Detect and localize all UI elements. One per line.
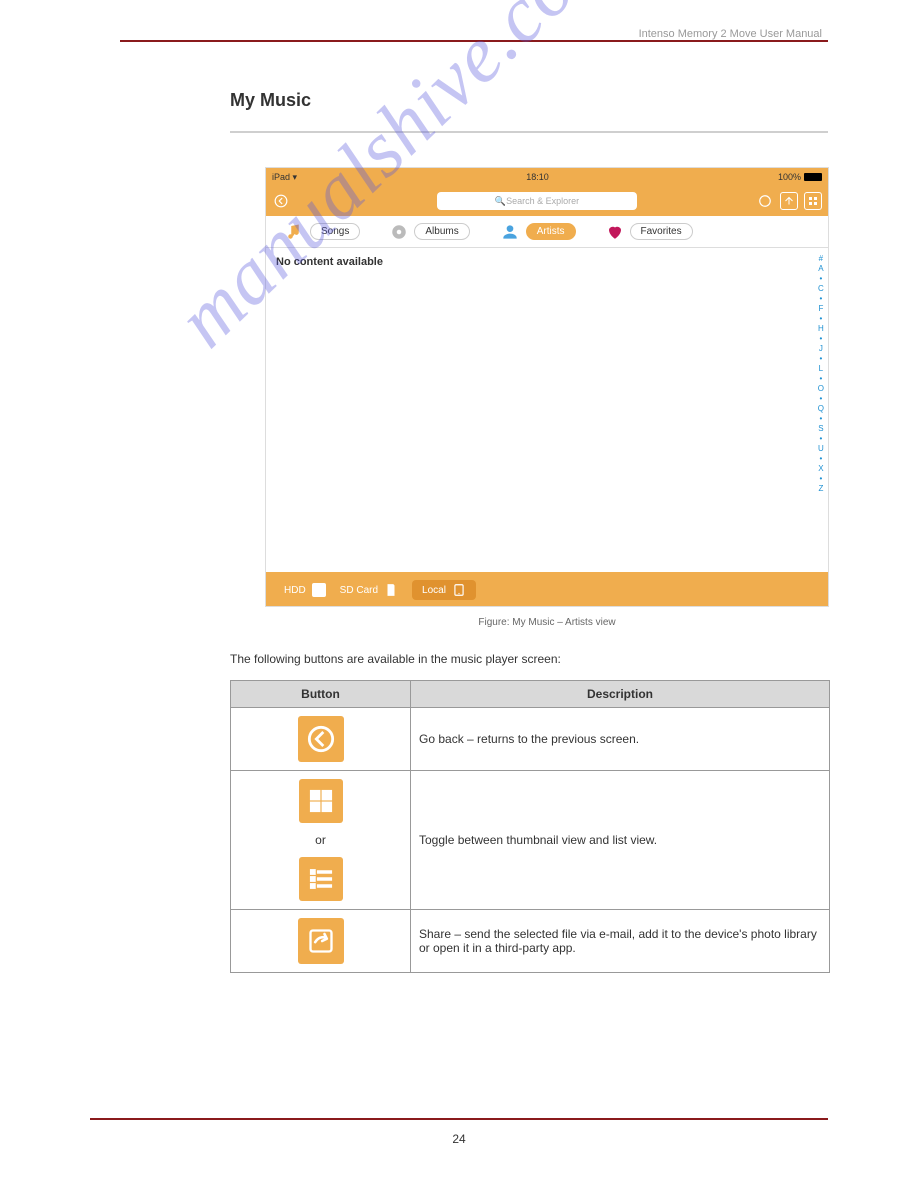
page-number: 24 [0,1132,918,1146]
content-area: No content available #A•C•F•H•J•L•O•Q•S•… [266,248,828,572]
music-note-icon [286,223,304,241]
table-row: or Toggle between thumbnail view and lis… [231,771,830,910]
artist-icon [500,222,520,242]
status-time: 18:10 [526,172,549,182]
table-cell-description: Go back – returns to the previous screen… [411,708,830,771]
heart-icon [606,223,624,241]
tab-albums[interactable]: Albums [390,223,469,241]
tablet-icon [452,583,466,597]
hdd-icon [312,583,326,597]
now-playing-icon[interactable] [756,192,774,210]
description-paragraph: The following buttons are available in t… [230,652,800,666]
sdcard-icon [384,583,398,597]
table-row: Share – send the selected file via e-mai… [231,910,830,973]
button-description-table: Button Description Go back – returns to … [230,680,830,973]
figure-caption: Figure: My Music – Artists view [265,617,829,628]
storage-sdcard[interactable]: SD Card [340,583,398,597]
battery-icon [804,173,822,181]
share-button-icon [298,918,344,964]
status-bar: iPad ▾ 18:10 100% [266,168,828,186]
battery-label: 100% [778,172,801,182]
table-cell-description: Share – send the selected file via e-mai… [411,910,830,973]
bottom-horizontal-rule [90,1118,828,1120]
table-header-button: Button [231,681,411,708]
tab-favorites[interactable]: Favorites [606,223,693,241]
table-row: Go back – returns to the previous screen… [231,708,830,771]
back-icon[interactable] [272,192,290,210]
share-icon[interactable] [780,192,798,210]
section-title: My Music [230,90,828,111]
grid-view-icon[interactable] [804,192,822,210]
alphabet-index[interactable]: #A•C•F•H•J•L•O•Q•S•U•X•Z [818,254,824,494]
table-header-description: Description [411,681,830,708]
table-cell-description: Toggle between thumbnail view and list v… [411,771,830,910]
header-product-label: Intenso Memory 2 Move User Manual [639,28,822,40]
storage-local[interactable]: Local [412,580,476,600]
top-horizontal-rule [120,40,828,42]
tab-artists[interactable]: Artists [500,222,576,242]
thumbnail-view-icon [299,779,343,823]
or-label: or [315,833,326,847]
back-button-icon [298,716,344,762]
list-view-icon [299,857,343,901]
storage-bottom-bar: HDD SD Card Local [266,572,828,607]
app-screenshot: iPad ▾ 18:10 100% 🔍 Search & Explorer [265,167,829,607]
nav-bar: 🔍 Search & Explorer [266,186,828,216]
tab-songs[interactable]: Songs [286,223,360,241]
cd-icon [390,223,408,241]
device-label: iPad ▾ [272,172,297,183]
search-input[interactable]: 🔍 Search & Explorer [437,192,637,210]
category-tabs: Songs Albums Artists Favorites [266,216,828,248]
storage-hdd[interactable]: HDD [284,583,326,597]
section-divider [230,131,828,133]
empty-state-text: No content available [276,256,383,268]
